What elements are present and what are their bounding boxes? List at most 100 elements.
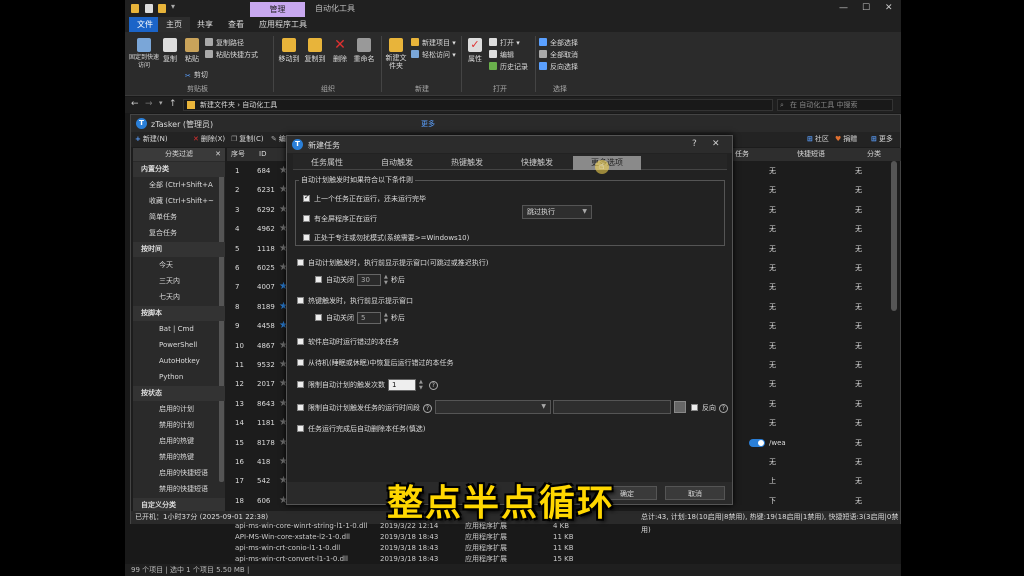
spinner-icon[interactable]: ▲ ▼ [419,379,423,391]
address-input[interactable]: 新建文件夹 › 自动化工具 [183,99,773,111]
recent-dropdown-icon[interactable]: ▾ [159,99,163,107]
help-icon[interactable]: ? [719,403,728,413]
close-icon[interactable]: ✕ [215,148,221,161]
community-button[interactable]: ⊞ 社区 [807,134,829,144]
copy-path-button[interactable]: 复制路径 [205,38,244,48]
opt-auto-close-2[interactable]: 自动关闭 5 ▲ ▼ 秒后 [315,312,405,324]
opt-auto-close-1[interactable]: 自动关闭 30 ▲ ▼ 秒后 [315,274,405,286]
sidebar-item[interactable]: 全部 (Ctrl+Shift+A [133,178,225,193]
checkbox[interactable] [297,404,304,411]
help-question-icon[interactable]: ? [692,139,697,149]
easy-access-button[interactable]: 轻松访问 ▾ [411,50,456,60]
sidebar-item[interactable]: 简单任务 [133,210,225,225]
opt-reverse[interactable]: 反向? [691,403,728,413]
context-tab-manage[interactable]: 管理 [250,2,305,17]
new-folder-icon[interactable] [158,4,166,13]
cancel-button[interactable]: 取消 [665,486,725,500]
file-row[interactable]: API-MS-Win-core-xstate-l2-1-0.dll 2019/3/… [235,532,635,542]
sidebar-item[interactable]: 今天 [133,258,225,273]
back-arrow-icon[interactable]: ← [131,99,139,109]
opt-prompt-hotkey[interactable]: 热键触发时，执行前显示提示窗口 [297,296,413,306]
time-range-end-input[interactable] [553,400,671,414]
quick-access-dropdown-icon[interactable]: ▾ [171,2,175,11]
new-item-button[interactable]: 新建项目 ▾ [411,38,456,48]
sidebar-item[interactable]: AutoHotkey [133,354,225,369]
move-to-button[interactable]: 移动到 [277,38,301,64]
sidebar-item[interactable]: 复合任务 [133,226,225,241]
tab-app-tools[interactable]: 应用程序工具 [251,17,315,32]
sidebar-item[interactable]: Bat | Cmd [133,322,225,337]
up-arrow-icon[interactable]: ↑ [169,99,177,109]
copy-to-button[interactable]: 复制到 [303,38,327,64]
checkbox[interactable] [691,404,698,411]
delete-button[interactable]: ✕ 删除 [331,38,349,64]
help-icon[interactable]: ? [428,380,438,390]
spinner-icon[interactable]: ▲ ▼ [384,312,388,324]
copy-task-button[interactable]: ❐ 复制(C) [231,134,264,144]
minimize-icon[interactable]: — [839,3,848,13]
limit-count-input[interactable]: 1 [388,379,416,391]
checkbox[interactable] [297,338,304,345]
opt-limit-run-time[interactable]: 限制自动计划触发任务的运行时间段? [297,403,432,413]
opt-limit-trigger-count[interactable]: 限制自动计划的触发次数 1 ▲ ▼? [297,379,438,391]
select-all-button[interactable]: 全部选择 [539,38,578,48]
sidebar-section[interactable]: 按状态 [133,386,225,401]
cut-button[interactable]: ✂ 剪切 [185,70,208,80]
edit-button[interactable]: 编辑 [489,50,514,60]
auto-close-seconds-input-1[interactable]: 30 [357,274,381,286]
pin-quick-access-button[interactable]: 固定到快速访问 [127,38,161,70]
checkbox[interactable] [303,215,310,222]
checkbox[interactable] [297,359,304,366]
new-task-button[interactable]: + 新建(N) [135,134,168,144]
toolbar-more-button[interactable]: ⊞ 更多 [871,134,893,144]
shortcut-toggle[interactable] [749,438,765,447]
sidebar-item[interactable]: 七天内 [133,290,225,305]
paste-shortcut-button[interactable]: 粘贴快捷方式 [205,50,258,60]
col-seq[interactable]: 序号 [231,148,245,161]
tab-view[interactable]: 查看 [220,17,252,32]
sidebar-item[interactable]: 启用的计划 [133,402,225,417]
select-none-button[interactable]: 全部取消 [539,50,578,60]
skip-action-dropdown[interactable]: 跳过执行 ▼ [522,205,592,219]
checkbox[interactable] [303,234,310,241]
forward-arrow-icon[interactable]: → [145,99,153,109]
search-input[interactable]: ⌕ 在 自动化工具 中搜索 [777,99,893,111]
paste-button[interactable]: 粘贴 [183,38,201,64]
donate-button[interactable]: ♥ 捐赠 [835,134,857,144]
spinner-icon[interactable]: ▲ ▼ [384,274,388,286]
tab-home[interactable]: 主页 [158,17,190,32]
properties-icon[interactable] [145,4,153,13]
file-row[interactable]: api-ms-win-crt-conio-l1-1-0.dll 2019/3/18… [235,543,635,553]
properties-button[interactable]: ✓ 属性 [465,38,485,64]
sidebar-item[interactable]: 禁用的快捷短语 [133,482,225,497]
opt-fullscreen-running[interactable]: 有全屏程序正在运行 [303,214,377,224]
checkbox[interactable] [315,314,322,321]
col-task[interactable]: 任务 [735,148,749,161]
checkbox[interactable] [297,259,304,266]
tab-task-properties[interactable]: 任务属性 [293,156,361,170]
col-shortcut[interactable]: 快捷短语 [797,148,825,161]
sidebar-section[interactable]: 按脚本 [133,306,225,321]
open-button[interactable]: 打开 ▾ [489,38,520,48]
sidebar-section[interactable]: 内置分类 [133,162,225,177]
checkbox[interactable] [297,381,304,388]
invert-selection-button[interactable]: 反向选择 [539,62,578,72]
sidebar-item[interactable]: 启用的热键 [133,434,225,449]
time-range-start-dropdown[interactable]: ▼ [435,400,551,414]
rename-button[interactable]: 重命名 [353,38,375,64]
new-folder-button[interactable]: 新建文件夹 [385,38,407,70]
checkbox[interactable] [297,297,304,304]
checkbox[interactable] [297,425,304,432]
tab-shortcut-trigger[interactable]: 快捷触发 [503,156,571,170]
sidebar-item[interactable]: 禁用的计划 [133,418,225,433]
checkbox-checked[interactable] [303,193,310,202]
tab-file[interactable]: 文件 [129,17,161,32]
history-button[interactable]: 历史记录 [489,62,528,72]
ztasker-more-link[interactable]: 更多 [421,119,435,129]
sidebar-item[interactable]: 禁用的热键 [133,450,225,465]
sidebar-item[interactable]: 启用的快捷短语 [133,466,225,481]
opt-resume-from-sleep[interactable]: 从待机(睡眠或休眠)中恢复后运行错过的本任务 [297,358,453,368]
file-row[interactable]: api-ms-win-crt-convert-l1-1-0.dll 2019/3/… [235,554,635,564]
close-icon[interactable]: ✕ [885,3,893,13]
sidebar-section[interactable]: 按时间 [133,242,225,257]
